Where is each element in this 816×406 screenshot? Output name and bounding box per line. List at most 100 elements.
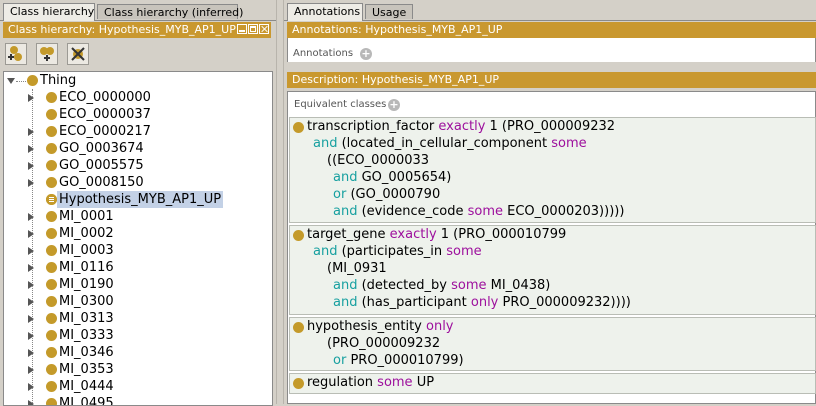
- class-icon: [293, 378, 304, 389]
- class-icon: [46, 160, 57, 171]
- expression-line: transcription_factor exactly 1 (PRO_0000…: [307, 119, 616, 134]
- tree-node[interactable]: GO_0008150: [59, 174, 144, 191]
- expand-arrow-icon[interactable]: [28, 94, 34, 102]
- tree-node[interactable]: MI_0495: [59, 395, 114, 405]
- tab-annotations[interactable]: Annotations: [287, 3, 363, 21]
- expand-arrow-icon[interactable]: [28, 247, 34, 255]
- expression-line: and (has_participant only PRO_000009232)…: [333, 295, 631, 310]
- tree-node[interactable]: MI_0001: [59, 208, 114, 225]
- equivalent-class-expression[interactable]: transcription_factor exactly 1 (PRO_0000…: [289, 117, 816, 223]
- class-tree[interactable]: Thing ECO_0000000 ECO_0000037 ECO_0000217 G…: [3, 71, 273, 406]
- annotations-title: Annotations: Hypothesis_MYB_AP1_UP: [292, 23, 503, 36]
- tree-node[interactable]: MI_0300: [59, 293, 114, 310]
- tab-class-hierarchy-inferred[interactable]: Class hierarchy (inferred): [97, 4, 243, 19]
- class-icon: [46, 347, 57, 358]
- expression-line: (MI_0931: [327, 261, 387, 276]
- maximize-icon[interactable]: [248, 24, 258, 34]
- expression-line: ((ECO_0000033: [327, 153, 430, 168]
- expand-arrow-icon[interactable]: [28, 298, 34, 306]
- view-window-controls: [237, 24, 269, 36]
- class-icon: [46, 313, 57, 324]
- expand-arrow-icon[interactable]: [28, 383, 34, 391]
- tree-node-selected[interactable]: Hypothesis_MYB_AP1_UP: [57, 191, 224, 208]
- annotations-label: Annotations: [293, 48, 354, 59]
- pane-splitter[interactable]: [276, 0, 284, 404]
- expand-arrow-icon[interactable]: [28, 264, 34, 272]
- tree-node[interactable]: ECO_0000037: [59, 106, 151, 123]
- class-hierarchy-header: Class hierarchy: Hypothesis_MYB_AP1_UP: [3, 22, 271, 38]
- tree-node[interactable]: GO_0005575: [59, 157, 144, 174]
- expand-arrow-icon[interactable]: [28, 400, 34, 405]
- equivalent-class-expression[interactable]: hypothesis_entity only (PRO_000009232 or…: [289, 317, 816, 371]
- tree-node[interactable]: MI_0116: [59, 259, 114, 276]
- class-icon: [46, 245, 57, 256]
- tree-node[interactable]: MI_0333: [59, 327, 114, 344]
- class-icon: [46, 262, 57, 273]
- add-sibling-icon: [40, 47, 54, 61]
- expand-arrow-icon[interactable]: [28, 179, 34, 187]
- class-icon: [46, 398, 57, 405]
- expression-line: and (participates_in some: [313, 244, 482, 259]
- description-title: Description: Hypothesis_MYB_AP1_UP: [292, 73, 500, 86]
- expand-arrow-icon[interactable]: [28, 332, 34, 340]
- equivalent-class-expression[interactable]: regulation some UP: [289, 373, 816, 394]
- tree-node[interactable]: MI_0313: [59, 310, 114, 327]
- left-tab-bar: Class hierarchy Class hierarchy (inferre…: [0, 0, 276, 21]
- tree-node[interactable]: MI_0353: [59, 361, 114, 378]
- tree-node[interactable]: MI_0002: [59, 225, 114, 242]
- right-tab-bar: Annotations Usage: [284, 0, 816, 21]
- class-icon: [46, 279, 57, 290]
- tab-usage[interactable]: Usage: [365, 4, 413, 19]
- annotations-header: Annotations: Hypothesis_MYB_AP1_UP: [287, 22, 816, 38]
- class-icon: [46, 92, 57, 103]
- tree-node[interactable]: MI_0346: [59, 344, 114, 361]
- tree-node-root[interactable]: Thing: [40, 72, 76, 89]
- expand-arrow-icon[interactable]: [28, 145, 34, 153]
- expand-arrow-icon[interactable]: [28, 315, 34, 323]
- delete-class-button[interactable]: [67, 43, 89, 65]
- tree-node[interactable]: ECO_0000000: [59, 89, 151, 106]
- add-equivalent-class-icon[interactable]: +: [388, 99, 400, 111]
- tab-class-hierarchy[interactable]: Class hierarchy: [3, 3, 95, 21]
- class-icon: [46, 177, 57, 188]
- expand-arrow-icon[interactable]: [28, 281, 34, 289]
- class-icon: [46, 296, 57, 307]
- expand-arrow-icon[interactable]: [28, 349, 34, 357]
- expression-line: and (located_in_cellular_component some: [313, 136, 587, 151]
- class-icon: [46, 330, 57, 341]
- tree-node[interactable]: MI_0190: [59, 276, 114, 293]
- class-hierarchy-title: Class hierarchy: Hypothesis_MYB_AP1_UP: [8, 23, 236, 36]
- minimize-icon[interactable]: [237, 24, 247, 34]
- expand-arrow-icon[interactable]: [28, 230, 34, 238]
- tree-connector: [16, 81, 26, 83]
- class-icon: [46, 109, 57, 120]
- equivalent-class-expression[interactable]: target_gene exactly 1 (PRO_000010799 and…: [289, 225, 816, 315]
- expression-line: or (GO_0000790: [333, 187, 441, 202]
- expand-arrow-icon[interactable]: [28, 128, 34, 136]
- delete-class-icon: [71, 47, 85, 61]
- class-icon: [46, 364, 57, 375]
- class-icon: [293, 322, 304, 333]
- class-icon: [293, 230, 304, 241]
- add-annotation-icon[interactable]: +: [360, 48, 372, 60]
- tree-node[interactable]: ECO_0000217: [59, 123, 151, 140]
- tree-node[interactable]: GO_0003674: [59, 140, 144, 157]
- expression-line: target_gene exactly 1 (PRO_000010799: [307, 227, 567, 242]
- expand-arrow-icon[interactable]: [28, 366, 34, 374]
- expand-arrow-icon[interactable]: [28, 162, 34, 170]
- equivalent-classes-label: Equivalent classes: [294, 99, 387, 110]
- add-sibling-button[interactable]: [36, 43, 58, 65]
- expression-line: regulation some UP: [307, 375, 435, 390]
- tree-node[interactable]: MI_0003: [59, 242, 114, 259]
- expression-line: and GO_0005654): [333, 170, 452, 185]
- add-subclass-button[interactable]: [5, 43, 27, 65]
- class-icon: [46, 126, 57, 137]
- class-icon: [27, 75, 38, 86]
- close-icon[interactable]: [259, 24, 269, 34]
- collapse-arrow-icon[interactable]: [7, 78, 15, 84]
- expression-line: or PRO_000010799): [333, 353, 464, 368]
- tree-node[interactable]: MI_0444: [59, 378, 114, 395]
- description-header: Description: Hypothesis_MYB_AP1_UP: [287, 72, 816, 88]
- class-icon: [293, 122, 304, 133]
- expand-arrow-icon[interactable]: [28, 213, 34, 221]
